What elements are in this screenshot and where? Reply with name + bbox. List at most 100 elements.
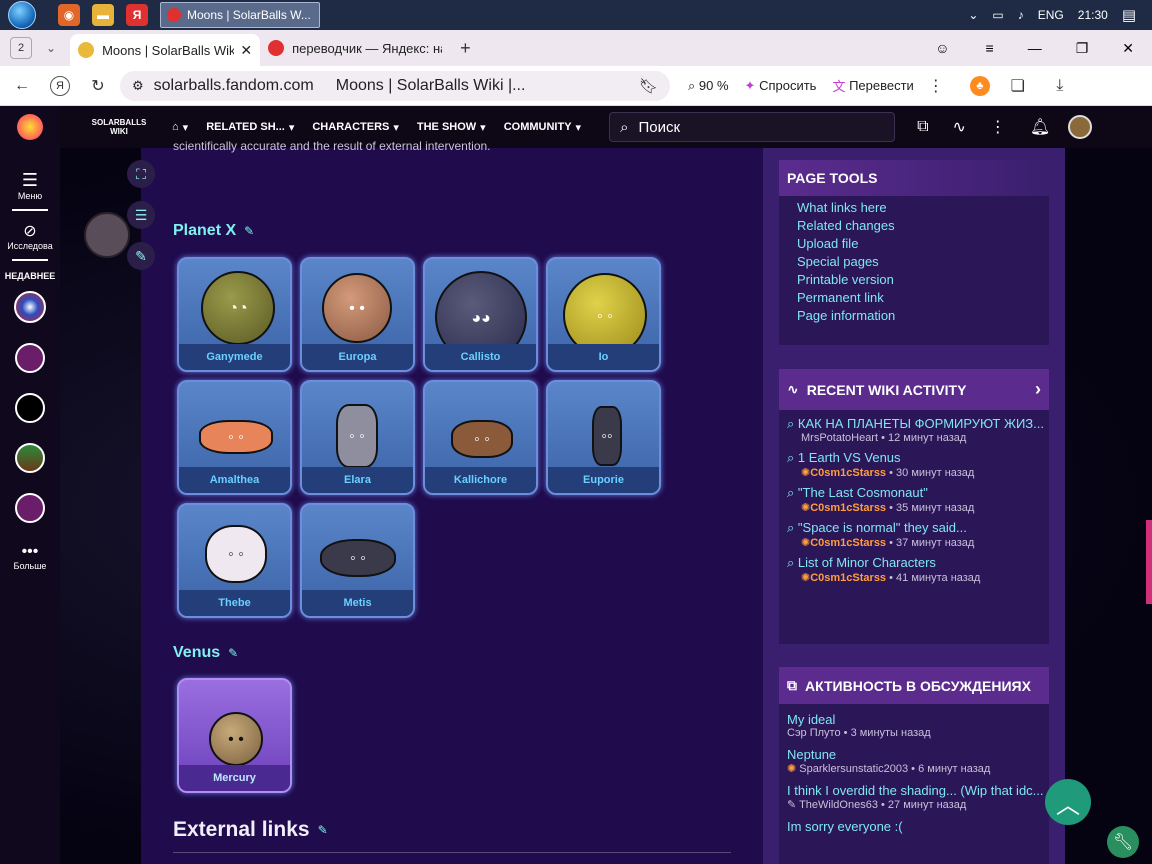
extension-icon[interactable]: ♣: [969, 75, 990, 96]
activity-user[interactable]: C0sm1cStarss: [810, 572, 886, 584]
scroll-to-top-button[interactable]: ︿: [1045, 779, 1091, 825]
ask-button[interactable]: ✦ Спросить: [737, 71, 825, 101]
chevron-right-icon[interactable]: ›: [1035, 379, 1041, 400]
close-icon[interactable]: ✕: [240, 42, 252, 59]
activity-icon[interactable]: ∿: [953, 117, 966, 137]
character-card[interactable]: ◦ ◦ Kallichore: [423, 380, 538, 495]
activity-item[interactable]: ⌕ "The Last Cosmonaut" ✺C0sm1cStarss • 35…: [787, 485, 1049, 514]
downloads-icon[interactable]: ⤓: [1046, 72, 1074, 100]
menu-icon[interactable]: ≡: [986, 40, 994, 56]
window-close-icon[interactable]: ✕: [1122, 40, 1134, 57]
character-card[interactable]: ◔◔ Ganymede: [177, 257, 292, 372]
character-card[interactable]: ◦◦ Euporie: [546, 380, 661, 495]
page-tool-link[interactable]: Printable version: [797, 272, 1049, 287]
fullscreen-icon[interactable]: ⛶: [127, 160, 155, 188]
chevron-down-icon[interactable]: ⌄: [968, 8, 978, 22]
rail-more[interactable]: ••• Больше: [14, 543, 47, 571]
yandex-icon[interactable]: Я: [126, 4, 148, 26]
activity-user[interactable]: C0sm1cStarss: [810, 537, 886, 549]
discussion-title[interactable]: Im sorry everyone :(: [787, 819, 1049, 834]
discussion-title[interactable]: Neptune: [787, 747, 1049, 762]
firefox-icon[interactable]: ◉: [58, 4, 80, 26]
nav-related-shows[interactable]: RELATED SH... ▾: [206, 121, 294, 134]
wiki-logo[interactable]: SOLARBALLS WIKI: [84, 118, 154, 136]
discussion-title[interactable]: My ideal: [787, 712, 1049, 727]
nav-wiki-menu[interactable]: ⌂ ▾: [172, 121, 188, 134]
activity-title[interactable]: "Space is normal" they said...: [798, 520, 967, 535]
discussion-item[interactable]: My ideal Сэр Плуто • 3 минуты назад: [787, 712, 1049, 739]
discussion-user[interactable]: TheWildOnes63: [799, 799, 878, 811]
page-tool-link[interactable]: Related changes: [797, 218, 1049, 233]
discussion-item[interactable]: Neptune ✺ Sparklersunstatic2003 • 6 минут…: [787, 747, 1049, 775]
language-indicator[interactable]: ENG: [1038, 8, 1064, 22]
discussion-user[interactable]: Сэр Плуто: [787, 727, 841, 739]
taskbar-browser-task[interactable]: Moons | SolarBalls W...: [160, 2, 320, 28]
more-vertical-icon[interactable]: ⋮: [990, 117, 1006, 137]
recent-wiki-avatar[interactable]: [15, 393, 45, 423]
reload-icon[interactable]: ↻: [84, 72, 112, 100]
tab-translator[interactable]: переводчик — Яндекс: на: [260, 33, 450, 63]
recent-wiki-avatar[interactable]: [14, 291, 46, 323]
tab-moons[interactable]: Moons | SolarBalls Wiki ✕: [70, 34, 261, 66]
activity-user[interactable]: MrsPotatoHeart: [801, 432, 878, 444]
toc-icon[interactable]: ☰: [127, 201, 155, 229]
character-card[interactable]: ◦ ◦ Thebe: [177, 503, 292, 618]
recent-wiki-avatar[interactable]: [15, 493, 45, 523]
activity-item[interactable]: ⌕ List of Minor Characters ✺C0sm1cStarss …: [787, 555, 1049, 584]
discussion-item[interactable]: Im sorry everyone :(: [787, 819, 1049, 834]
page-tool-link[interactable]: Special pages: [797, 254, 1049, 269]
recent-wiki-avatar[interactable]: [15, 343, 45, 373]
site-info-icon[interactable]: ⚙: [132, 78, 144, 94]
profile-icon[interactable]: ☺: [935, 40, 949, 56]
more-vertical-icon[interactable]: ⋮: [922, 72, 950, 100]
chevron-down-icon[interactable]: ⌄: [46, 41, 56, 55]
start-button[interactable]: [0, 0, 44, 30]
discussions-icon[interactable]: ⧉: [917, 118, 928, 136]
activity-item[interactable]: ⌕ "Space is normal" they said... ✺C0sm1cS…: [787, 520, 1049, 549]
page-tool-link[interactable]: Page information: [797, 308, 1049, 323]
discussion-title[interactable]: I think I overdid the shading... (Wip th…: [787, 783, 1049, 798]
character-card[interactable]: • • Europa: [300, 257, 415, 372]
bell-icon[interactable]: 🔔︎: [1030, 117, 1050, 137]
discussion-item[interactable]: I think I overdid the shading... (Wip th…: [787, 783, 1049, 811]
user-avatar[interactable]: [1068, 115, 1093, 139]
notification-icon[interactable]: ▤: [1122, 6, 1136, 24]
activity-title[interactable]: 1 Earth VS Venus: [798, 450, 901, 465]
recent-wiki-avatar[interactable]: [15, 443, 45, 473]
network-icon[interactable]: ▭: [992, 8, 1003, 22]
maximize-icon[interactable]: ❐: [1076, 40, 1089, 57]
character-card[interactable]: ◦ ◦ Elara: [300, 380, 415, 495]
character-card[interactable]: ◦ ◦ Amalthea: [177, 380, 292, 495]
edit-pencil-icon[interactable]: ✎: [244, 224, 254, 238]
nav-characters[interactable]: CHARACTERS ▾: [312, 121, 399, 134]
nav-community[interactable]: COMMUNITY ▾: [504, 121, 581, 134]
character-card[interactable]: ◦ ◦ Metis: [300, 503, 415, 618]
search-input[interactable]: ⌕ Поиск: [609, 112, 896, 142]
character-card[interactable]: ◕◕ Callisto: [423, 257, 538, 372]
back-icon[interactable]: ←: [8, 72, 36, 100]
activity-user[interactable]: C0sm1cStarss: [810, 467, 886, 479]
bookmark-icon[interactable]: 🔖︎: [639, 77, 658, 95]
tools-button[interactable]: 🔧︎: [1107, 826, 1139, 858]
activity-item[interactable]: ⌕ КАК НА ПЛАНЕТЫ ФОРМИРУЮТ ЖИЗ... MrsPota…: [787, 416, 1049, 444]
edit-icon[interactable]: ✎: [127, 242, 155, 270]
zoom-control[interactable]: ⌕ 90 %: [680, 71, 737, 101]
activity-title[interactable]: КАК НА ПЛАНЕТЫ ФОРМИРУЮТ ЖИЗ...: [798, 416, 1044, 431]
character-card[interactable]: • • Mercury: [177, 678, 292, 793]
character-card[interactable]: ◦ ◦ Io: [546, 257, 661, 372]
page-tool-link[interactable]: Upload file: [797, 236, 1049, 251]
volume-icon[interactable]: ♪: [1018, 8, 1024, 22]
scroll-indicator[interactable]: [1146, 520, 1152, 604]
activity-user[interactable]: C0sm1cStarss: [810, 502, 886, 514]
translate-button[interactable]: 文 Перевести: [824, 71, 921, 101]
activity-item[interactable]: ⌕ 1 Earth VS Venus ✺C0sm1cStarss • 30 мин…: [787, 450, 1049, 479]
edit-pencil-icon[interactable]: ✎: [228, 646, 238, 660]
url-field[interactable]: ⚙ solarballs.fandom.com Moons | SolarBal…: [120, 70, 670, 101]
activity-title[interactable]: "The Last Cosmonaut": [798, 485, 928, 500]
nav-the-show[interactable]: THE SHOW ▾: [417, 121, 486, 134]
page-tool-link[interactable]: Permanent link: [797, 290, 1049, 305]
rail-menu[interactable]: ☰ Меню: [18, 170, 42, 201]
rail-explore[interactable]: ⊘ Исследова: [7, 221, 52, 251]
edit-pencil-icon[interactable]: ✎: [318, 823, 328, 837]
tab-count[interactable]: 2: [10, 37, 32, 59]
